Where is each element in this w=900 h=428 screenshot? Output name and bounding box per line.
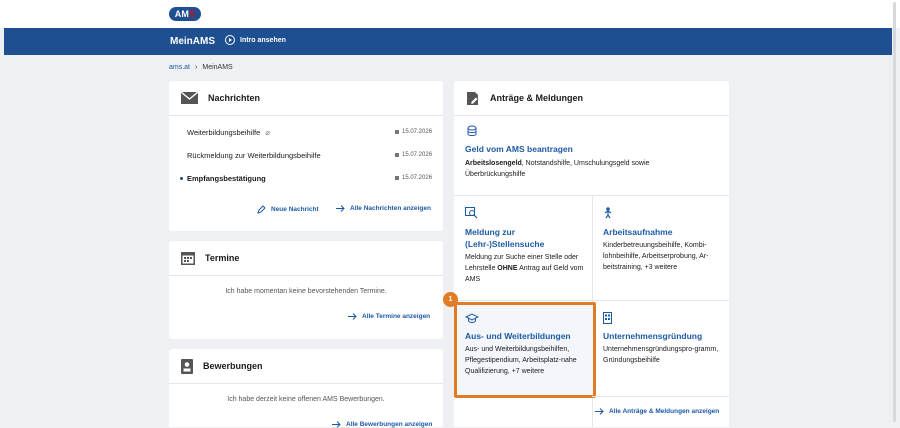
- tile-job-search-title-line2: (Lehr-)Stellensuche: [465, 239, 545, 249]
- tile-money[interactable]: Geld vom AMS beantragen Arbeitslosengeld…: [465, 124, 715, 180]
- applications-empty-text: Ich habe derzeit keine offenen AMS Bewer…: [227, 396, 385, 403]
- tile-money-text: Arbeitslosengeld, Notstandshilfe, Umschu…: [465, 158, 685, 180]
- tiles-divider: [454, 300, 729, 301]
- intro-label: Intro ansehen: [240, 36, 286, 44]
- tile-founding[interactable]: Unternehmensgründung Unternehmensgründun…: [603, 311, 719, 366]
- building-icon: [603, 312, 612, 324]
- tile-job-search-title: Meldung zur (Lehr-)Stellensuche: [465, 226, 585, 250]
- requests-title: Anträge & Meldungen: [490, 93, 584, 103]
- nav-title[interactable]: MeinAMS: [170, 36, 215, 47]
- all-requests-label: Alle Anträge & Meldungen anzeigen: [609, 408, 720, 415]
- all-messages-label: Alle Nachrichten anzeigen: [350, 205, 431, 212]
- message-subject: Weiterbildungsbeihilfe: [187, 128, 261, 137]
- all-requests-link[interactable]: Alle Anträge & Meldungen anzeigen: [595, 408, 719, 415]
- applications-title: Bewerbungen: [203, 361, 263, 371]
- arrow-right-icon: [595, 408, 604, 415]
- tile-job-search-title-line1: Meldung zur: [465, 227, 516, 237]
- appointments-empty-text: Ich habe momentan keine bevorstehenden T…: [225, 288, 387, 295]
- top-bar: AMS: [0, 0, 900, 28]
- breadcrumb: ams.at › MeinAMS: [169, 64, 233, 71]
- tile-job-search-text-bold: OHNE: [497, 265, 518, 272]
- vertical-scrollbar[interactable]: [893, 2, 896, 422]
- all-appointments-link[interactable]: Alle Termine anzeigen: [348, 313, 430, 320]
- messages-header: Nachrichten: [169, 81, 443, 116]
- logo-text: AM: [174, 9, 190, 19]
- message-date: 15.07.2026: [395, 129, 432, 135]
- graduation-cap-icon: [464, 313, 480, 323]
- calendar-icon: [395, 153, 399, 157]
- message-row[interactable]: Empfangsbestätigung: [180, 174, 266, 183]
- intro-button[interactable]: Intro ansehen: [225, 35, 286, 45]
- new-message-label: Neue Nachricht: [271, 206, 319, 213]
- message-subject: Rückmeldung zur Weiterbildungsbeihilfe: [187, 151, 321, 160]
- arrow-right-icon: [336, 205, 345, 212]
- message-row[interactable]: Rückmeldung zur Weiterbildungsbeihilfe: [187, 151, 321, 160]
- message-date-text: 15.07.2026: [402, 129, 433, 135]
- message-date: 15.07.2026: [395, 175, 432, 181]
- id-badge-icon: [181, 358, 193, 374]
- tile-training-text: Aus- und Weiterbildungsbeihilfen, Pflege…: [465, 346, 577, 375]
- new-message-button[interactable]: Neue Nachricht: [257, 205, 319, 214]
- all-appointments-label: Alle Termine anzeigen: [362, 313, 431, 320]
- appointments-title: Termine: [205, 253, 240, 263]
- tile-training-title: Aus- und Weiterbildungen: [465, 331, 571, 341]
- messages-card: Nachrichten Weiterbildungsbeihilfe ⌀ 15.…: [169, 81, 443, 231]
- appointments-header: Termine: [169, 241, 443, 276]
- tile-employment-text: Kinderbetreuungsbeihilfe, Kombi-lohnbeih…: [603, 242, 709, 271]
- messages-title: Nachrichten: [208, 93, 261, 103]
- tile-training[interactable]: Aus- und Weiterbildungen Aus- und Weiter…: [464, 311, 583, 377]
- message-date-text: 15.07.2026: [402, 152, 433, 158]
- message-date-text: 15.07.2026: [402, 175, 433, 181]
- breadcrumb-current: MeinAMS: [202, 64, 233, 71]
- requests-header: Anträge & Meldungen: [454, 81, 729, 116]
- unread-dot-icon: [180, 177, 183, 180]
- calendar-icon: [395, 176, 399, 180]
- calendar-icon: [395, 130, 399, 134]
- play-icon: [225, 35, 235, 45]
- arrow-right-icon: [348, 313, 357, 320]
- tile-money-title: Geld vom AMS beantragen: [465, 144, 573, 154]
- pencil-icon: [257, 205, 266, 214]
- tile-founding-title: Unternehmensgründung: [603, 331, 703, 341]
- tile-employment[interactable]: Arbeitsaufnahme Kinderbetreuungsbeihilfe…: [603, 206, 719, 273]
- applications-header: Bewerbungen: [169, 349, 443, 384]
- tile-job-search-text: Meldung zur Suche einer Stelle oder Lehr…: [465, 252, 585, 285]
- person-icon: [604, 207, 612, 219]
- message-subject: Empfangsbestätigung: [187, 174, 266, 183]
- tile-money-text-bold: Arbeitslosengeld: [465, 160, 522, 167]
- tiles-divider: [592, 396, 729, 397]
- message-date: 15.07.2026: [395, 152, 432, 158]
- tile-founding-text: Unternehmensgründungspro-gramm, Gründung…: [603, 346, 719, 364]
- calendar-icon: [181, 252, 195, 265]
- envelope-icon: [181, 92, 198, 104]
- tile-job-search[interactable]: Meldung zur (Lehr-)Stellensuche Meldung z…: [465, 206, 585, 285]
- coins-icon: [467, 125, 477, 136]
- tile-employment-title: Arbeitsaufnahme: [603, 227, 673, 237]
- step-badge: 1: [443, 292, 458, 307]
- search-document-icon: [465, 207, 478, 219]
- main-nav: MeinAMS Intro ansehen: [4, 28, 892, 55]
- document-edit-icon: [467, 91, 479, 105]
- message-row[interactable]: Weiterbildungsbeihilfe ⌀: [187, 128, 270, 137]
- appointments-card: Termine Ich habe momentan keine bevorste…: [169, 241, 443, 339]
- applications-card: Bewerbungen Ich habe derzeit keine offen…: [169, 349, 443, 428]
- chevron-right-icon: ›: [195, 64, 198, 71]
- all-messages-link[interactable]: Alle Nachrichten anzeigen: [336, 205, 431, 212]
- breadcrumb-home[interactable]: ams.at: [169, 64, 190, 71]
- ams-logo[interactable]: AMS: [169, 7, 201, 21]
- logo-accent: S: [189, 9, 196, 19]
- paperclip-icon: ⌀: [265, 128, 270, 137]
